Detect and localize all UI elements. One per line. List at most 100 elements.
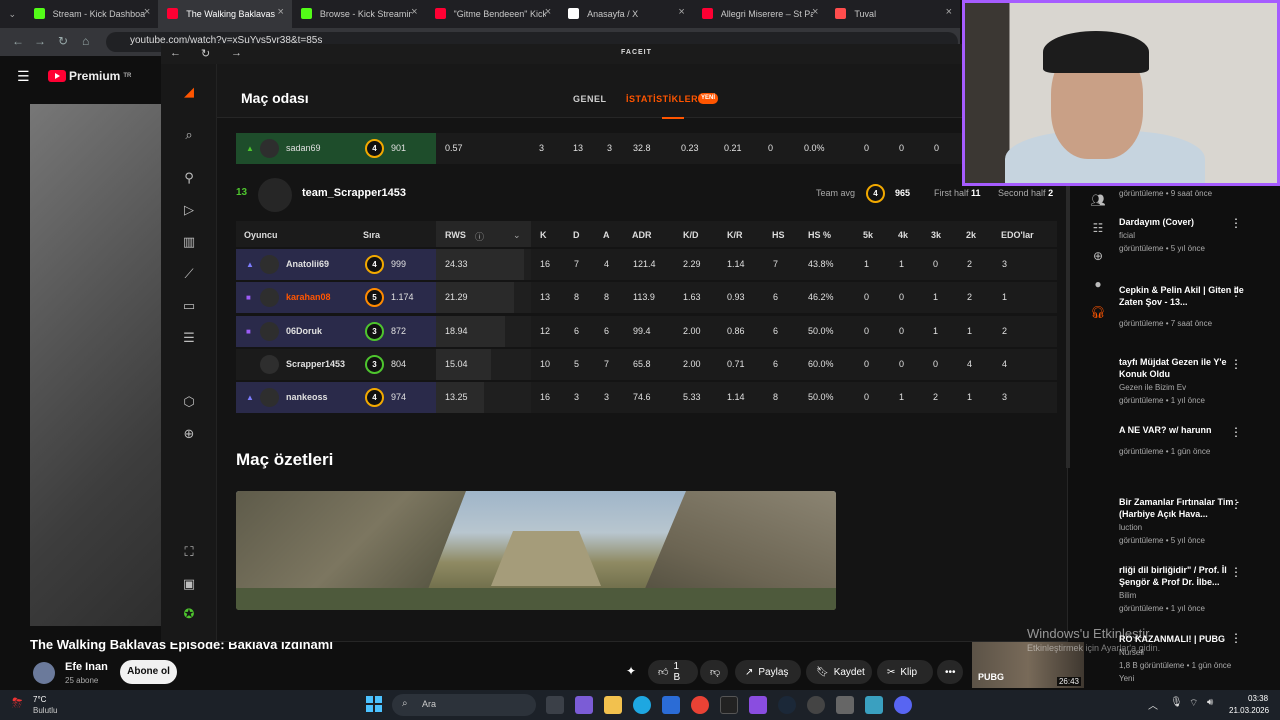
people-icon[interactable]: 👥︎ <box>1086 186 1110 214</box>
shop-icon[interactable]: ▣ <box>161 576 217 592</box>
faceit-logo-icon[interactable]: ◢ <box>161 84 217 100</box>
more-vert-icon[interactable]: ⋮ <box>1230 565 1242 579</box>
col-4k[interactable]: 4k <box>898 230 908 240</box>
clubs-icon[interactable]: ⬡ <box>161 394 217 410</box>
channel-name[interactable]: Efe Inan <box>65 661 108 673</box>
volume-icon[interactable]: 🔊︎ <box>1207 697 1213 708</box>
clip-button[interactable]: ✂ Klip <box>877 660 933 684</box>
user-icon[interactable]: ● <box>1086 270 1110 298</box>
video-icon[interactable]: ▭ <box>161 298 217 314</box>
steam-icon[interactable] <box>778 696 796 714</box>
edge-icon[interactable] <box>633 696 651 714</box>
table-row[interactable]: Scrapper1453 3 804 15.04 10 5 7 65.8 2.00 0.71 6 60… <box>236 348 1057 380</box>
headphones-icon[interactable]: 🎧︎ <box>1086 298 1110 326</box>
player-name[interactable]: nankeoss <box>286 392 328 402</box>
col-kd[interactable]: K/D <box>683 230 699 240</box>
play-icon[interactable]: ▷ <box>161 202 217 218</box>
find-players-icon[interactable]: ⚲ <box>161 170 217 186</box>
close-icon[interactable]: × <box>144 6 150 18</box>
col-d[interactable]: D <box>573 230 580 240</box>
taskbar-search[interactable]: ⌕ Ara <box>392 694 536 716</box>
more-vert-icon[interactable]: ⋮ <box>1230 425 1242 439</box>
file-explorer-icon[interactable] <box>604 696 622 714</box>
status-icon[interactable]: ✪ <box>161 606 217 622</box>
clock-date[interactable]: 21.03.2026 <box>1229 706 1269 715</box>
faceit-app-icon[interactable] <box>720 696 738 714</box>
close-icon[interactable]: × <box>678 6 684 18</box>
more-vert-icon[interactable]: ⋮ <box>1230 631 1242 645</box>
weather-temp[interactable]: 7°C <box>33 695 46 704</box>
info-icon[interactable]: ⓘ <box>475 230 484 243</box>
start-icon[interactable] <box>366 696 382 712</box>
copilot-icon[interactable] <box>575 696 593 714</box>
save-button[interactable]: 🔖︎ Kaydet <box>806 660 872 684</box>
plus-circle-icon[interactable]: ⊕ <box>1086 242 1110 270</box>
wifi-icon[interactable]: ⌔ <box>1189 697 1198 710</box>
close-icon[interactable]: × <box>411 6 417 18</box>
more-vert-icon[interactable]: ⋮ <box>1230 285 1242 299</box>
tray-chevron-icon[interactable]: ︿ <box>1148 697 1158 712</box>
player-name[interactable]: 06Doruk <box>286 326 322 336</box>
more-actions-button[interactable]: ••• <box>937 660 963 684</box>
tab-stats[interactable]: İSTATİSTİKLER <box>626 94 698 104</box>
player-name[interactable]: Scrapper1453 <box>286 359 345 369</box>
video-player[interactable] <box>30 104 162 626</box>
browser-tab[interactable]: "Gitme Bendeeen" Kick & × <box>426 0 560 28</box>
chrome-icon[interactable] <box>691 696 709 714</box>
col-k[interactable]: K <box>540 230 547 240</box>
stats-icon[interactable]: ⟋ <box>161 266 217 282</box>
avatar[interactable] <box>260 255 279 274</box>
close-icon[interactable]: × <box>277 6 283 18</box>
clock-time[interactable]: 03:38 <box>1248 694 1268 703</box>
table-row[interactable]: ■ 06Doruk 3 872 18.94 12 6 6 99.4 2.00 0.86 6 50.0% 0… <box>236 315 1057 347</box>
browser-tab[interactable]: Allegri Miserere – St Paul × <box>693 0 827 28</box>
weather-icon[interactable]: ⛈ <box>12 695 22 711</box>
like-button[interactable]: 👍︎ 1 B <box>648 660 698 684</box>
app-icon[interactable] <box>749 696 767 714</box>
table-row[interactable]: ■ karahan08 5 1.174 21.29 13 8 8 113.9 1.63 0.93 6 4… <box>236 282 1057 314</box>
close-icon[interactable]: × <box>812 6 818 18</box>
col-rank[interactable]: Sıra <box>363 230 380 240</box>
share-button[interactable]: ↗ Paylaş <box>735 660 801 684</box>
col-adr[interactable]: ADR <box>632 230 652 240</box>
obs-icon[interactable] <box>807 696 825 714</box>
channel-avatar[interactable] <box>33 662 55 684</box>
player-name[interactable]: sadan69 <box>286 143 321 153</box>
reload-icon[interactable]: ↻ <box>201 47 210 60</box>
dislike-button[interactable]: 👎︎ <box>700 660 728 684</box>
tab-general[interactable]: GENEL <box>573 94 607 104</box>
list-icon[interactable]: ☰ <box>161 330 217 346</box>
col-3k[interactable]: 3k <box>931 230 941 240</box>
close-icon[interactable]: × <box>946 6 952 18</box>
col-rws[interactable]: RWS <box>445 230 466 240</box>
col-hs[interactable]: HS <box>772 230 785 240</box>
leaderboard-icon[interactable]: ▥ <box>161 234 217 250</box>
subscribe-button[interactable]: Abone ol <box>120 660 177 684</box>
youtube-logo[interactable]: Premium TR <box>48 69 131 83</box>
close-icon[interactable]: × <box>545 6 551 18</box>
list-icon[interactable]: ☷ <box>1086 214 1110 242</box>
ask-icon[interactable]: ✦ <box>626 664 636 678</box>
col-5k[interactable]: 5k <box>863 230 873 240</box>
add-icon[interactable]: ⊕ <box>161 426 217 442</box>
discord-icon[interactable] <box>894 696 912 714</box>
table-row[interactable]: ▲ sadan69 4 901 0.57 3 13 3 32.8 0.23 0.… <box>236 133 1057 164</box>
table-row[interactable]: ▲ nankeoss 4 974 13.25 16 3 3 74.6 5.33 1.14 8 50.0%… <box>236 382 1057 414</box>
col-2k[interactable]: 2k <box>966 230 976 240</box>
avatar[interactable] <box>260 321 279 341</box>
more-vert-icon[interactable]: ⋮ <box>1230 357 1242 371</box>
more-vert-icon[interactable]: ⋮ <box>1230 216 1242 230</box>
chevron-down-icon[interactable]: ⌄ <box>513 230 521 241</box>
player-name[interactable]: karahan08 <box>286 292 331 302</box>
hamburger-menu-icon[interactable]: ☰ <box>17 68 30 85</box>
home-icon[interactable]: ⌂ <box>82 34 89 48</box>
settings-icon[interactable] <box>836 696 854 714</box>
forward-icon[interactable]: → <box>34 34 46 48</box>
more-vert-icon[interactable]: ⋮ <box>1230 497 1242 511</box>
app2-icon[interactable] <box>865 696 883 714</box>
back-icon[interactable]: ← <box>12 34 24 48</box>
col-kr[interactable]: K/R <box>727 230 743 240</box>
reload-icon[interactable]: ↻ <box>58 34 68 48</box>
tab-search-icon[interactable]: ⌄ <box>0 0 25 28</box>
highlight-thumbnail[interactable] <box>236 491 836 610</box>
